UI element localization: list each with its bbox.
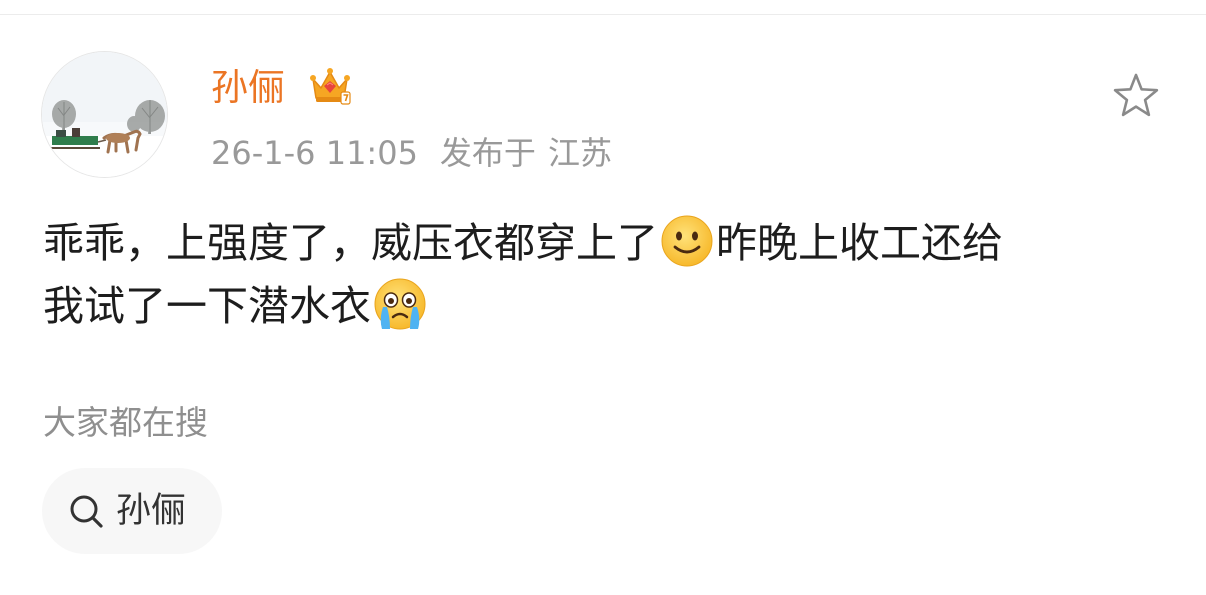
top-divider <box>0 14 1206 15</box>
search-chip-label: 孙俪 <box>116 491 187 531</box>
trending-search-title: 大家都在搜 <box>43 403 208 442</box>
crown-badge-icon[interactable] <box>307 64 353 110</box>
post-text: 乖乖，上强度了，威压衣都穿上了 昨晚上收工还给 我试了一下潜水衣 <box>43 212 1173 338</box>
post-time: 26-1-6 11:05 <box>211 134 418 172</box>
post-text-line-2: 我试了一下潜水衣 <box>43 275 1173 338</box>
post-text-segment: 我试了一下潜水衣 <box>43 282 371 330</box>
crying-emoji-icon <box>373 277 427 331</box>
avatar[interactable] <box>41 51 168 178</box>
post-text-line-1: 乖乖，上强度了，威压衣都穿上了 昨晚上收工还给 <box>43 212 1173 275</box>
location-prefix: 发布于 <box>439 134 536 172</box>
star-outline-icon <box>1113 73 1159 117</box>
post-meta: 26-1-6 11:05 发布于 江苏 <box>211 130 612 176</box>
author-name[interactable]: 孙俪 <box>211 63 285 113</box>
smile-emoji-icon <box>660 214 714 268</box>
post-location: 江苏 <box>547 134 612 172</box>
avatar-snow-sleigh-image <box>42 52 167 177</box>
post-text-segment: 乖乖，上强度了，威压衣都穿上了 <box>43 219 658 267</box>
search-icon <box>70 495 103 528</box>
post-text-segment: 昨晚上收工还给 <box>716 219 1003 267</box>
search-chip[interactable]: 孙俪 <box>42 468 223 554</box>
favorite-button[interactable] <box>1110 70 1162 122</box>
